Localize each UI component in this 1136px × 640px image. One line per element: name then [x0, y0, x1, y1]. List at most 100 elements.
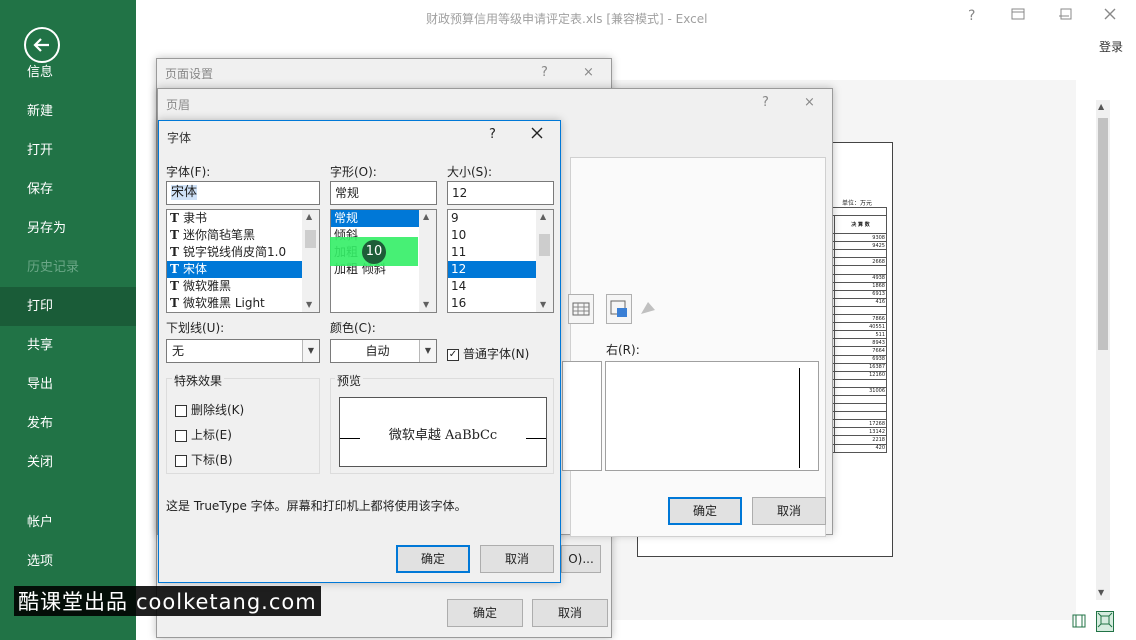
- chevron-down-icon[interactable]: ▼: [302, 340, 319, 362]
- font-list-item-selected[interactable]: T 宋体: [167, 261, 302, 278]
- nav-export[interactable]: 导出: [0, 365, 136, 404]
- preview-cell: 7866: [833, 314, 888, 324]
- subscript-checkbox[interactable]: 下标(B): [175, 451, 233, 468]
- font-help-icon[interactable]: ?: [489, 127, 496, 142]
- preview-cell: 12160: [833, 370, 888, 380]
- font-name-value: 宋体: [171, 185, 198, 200]
- header-help-icon[interactable]: ?: [762, 95, 769, 110]
- size-list-scrollbar[interactable]: ▲ ▼: [536, 210, 553, 312]
- truetype-icon: T: [170, 228, 179, 242]
- font-list-item[interactable]: T 隶书: [167, 210, 319, 227]
- right-section-input[interactable]: [605, 361, 819, 471]
- preview-label: 预览: [335, 372, 364, 389]
- nav-publish[interactable]: 发布: [0, 404, 136, 443]
- login-link[interactable]: 登录: [1099, 38, 1123, 55]
- scroll-up-icon[interactable]: ▲: [423, 212, 429, 221]
- preview-cell: 420: [833, 443, 888, 453]
- nav-options[interactable]: 选项: [0, 542, 136, 581]
- normal-font-checkbox[interactable]: ✓ 普通字体(N): [447, 345, 529, 362]
- nav-info[interactable]: 信息: [0, 53, 136, 92]
- truetype-icon: T: [170, 262, 179, 276]
- font-list-item[interactable]: T 微软雅黑: [167, 278, 319, 295]
- header-cancel-button[interactable]: 取消: [752, 497, 826, 525]
- scroll-down-icon[interactable]: ▼: [423, 300, 429, 309]
- options-button[interactable]: O)...: [561, 545, 601, 573]
- scroll-thumb[interactable]: [539, 234, 550, 256]
- style-item-selected[interactable]: 常规: [331, 210, 419, 227]
- font-list-scrollbar[interactable]: ▲ ▼: [302, 210, 319, 312]
- nav-open[interactable]: 打开: [0, 131, 136, 170]
- header-close-icon[interactable]: ×: [804, 95, 815, 110]
- nav-save[interactable]: 保存: [0, 170, 136, 209]
- preview-cell: 8943: [833, 338, 888, 348]
- close-window-icon[interactable]: [1104, 8, 1116, 24]
- scroll-thumb[interactable]: [1098, 118, 1108, 350]
- truetype-icon: T: [170, 279, 179, 293]
- font-info-text: 这是 TrueType 字体。屏幕和打印机上都将使用该字体。: [166, 499, 467, 513]
- insert-picture-icon[interactable]: [568, 294, 594, 324]
- page-setup-ok-button[interactable]: 确定: [447, 599, 523, 627]
- scroll-down-icon[interactable]: ▼: [540, 300, 546, 309]
- preview-cell: 7664: [833, 346, 888, 356]
- scroll-up-icon[interactable]: ▲: [306, 212, 312, 221]
- page-setup-help-icon[interactable]: ?: [541, 65, 548, 80]
- size-item-selected[interactable]: 12: [448, 261, 536, 278]
- font-style-input[interactable]: 常规: [330, 181, 437, 205]
- scroll-down-icon[interactable]: ▼: [306, 300, 312, 309]
- truetype-icon: T: [170, 211, 179, 225]
- format-image-icon[interactable]: [636, 294, 662, 324]
- font-close-icon[interactable]: [531, 127, 543, 143]
- font-list-item[interactable]: T 迷你简毡笔黑: [167, 227, 319, 244]
- nav-close[interactable]: 关闭: [0, 443, 136, 482]
- font-cancel-button[interactable]: 取消: [480, 545, 554, 573]
- format-picture-icon[interactable]: [606, 294, 632, 324]
- nav-save-as[interactable]: 另存为: [0, 209, 136, 248]
- ribbon-display-icon[interactable]: [1011, 8, 1025, 24]
- style-list-scrollbar[interactable]: ▲ ▼: [419, 210, 436, 312]
- scroll-up-icon[interactable]: ▲: [1098, 102, 1104, 111]
- font-list-item[interactable]: T 锐字锐线俏皮简1.0: [167, 244, 319, 261]
- preview-cell: 17268: [833, 419, 888, 429]
- color-select[interactable]: 自动 ▼: [330, 339, 437, 363]
- center-section-input[interactable]: [562, 361, 602, 471]
- chevron-down-icon[interactable]: ▼: [419, 340, 436, 362]
- preview-cell: 9425: [833, 241, 888, 251]
- font-list-item[interactable]: T 微软雅黑 Light: [167, 295, 319, 312]
- preview-cell: 13142: [833, 427, 888, 437]
- page-setup-cancel-button[interactable]: 取消: [532, 599, 608, 627]
- preview-unit: 单位：万元: [842, 200, 873, 207]
- strikethrough-checkbox[interactable]: 删除线(K): [175, 401, 244, 418]
- scroll-thumb[interactable]: [305, 230, 316, 248]
- preview-cell: 16387: [833, 362, 888, 372]
- font-ok-button[interactable]: 确定: [396, 545, 470, 573]
- font-name-label: 字体(F):: [166, 165, 211, 179]
- maximize-icon[interactable]: [1058, 8, 1072, 24]
- checkmark-icon[interactable]: ✓: [447, 348, 459, 361]
- font-preview-box: 微软卓越 AaBbCc: [339, 397, 547, 467]
- underline-label: 下划线(U):: [166, 321, 225, 335]
- font-size-list[interactable]: 9 10 11 12 14 16 ▲ ▼: [447, 209, 554, 313]
- header-ok-button[interactable]: 确定: [668, 497, 742, 525]
- preview-cell: [833, 403, 888, 413]
- preview-cell: 9308: [833, 233, 888, 243]
- preview-cell: 40551: [833, 322, 888, 332]
- scroll-up-icon[interactable]: ▲: [540, 212, 546, 221]
- help-icon[interactable]: ?: [968, 8, 975, 24]
- preview-cell: [833, 394, 888, 405]
- preview-cell: 4938: [833, 273, 888, 283]
- nav-share[interactable]: 共享: [0, 326, 136, 365]
- superscript-checkbox[interactable]: 上标(E): [175, 426, 232, 443]
- show-margins-icon[interactable]: [1072, 614, 1086, 631]
- font-name-list[interactable]: T 隶书 T 迷你简毡笔黑 T 锐字锐线俏皮简1.0 T 宋体 T 微软雅黑 T 微软雅黑 …: [166, 209, 320, 313]
- underline-select[interactable]: 无 ▼: [166, 339, 320, 363]
- preview-cell: 2668: [833, 257, 888, 267]
- preview-scrollbar[interactable]: ▲ ▼: [1096, 100, 1110, 600]
- nav-account[interactable]: 帐户: [0, 503, 136, 542]
- font-name-input[interactable]: 宋体: [166, 181, 320, 205]
- font-size-input[interactable]: 12: [447, 181, 554, 205]
- nav-print[interactable]: 打印: [0, 287, 136, 326]
- nav-new[interactable]: 新建: [0, 92, 136, 131]
- zoom-to-page-icon[interactable]: [1095, 611, 1114, 632]
- scroll-down-icon[interactable]: ▼: [1098, 588, 1104, 597]
- page-setup-close-icon[interactable]: ×: [583, 65, 594, 80]
